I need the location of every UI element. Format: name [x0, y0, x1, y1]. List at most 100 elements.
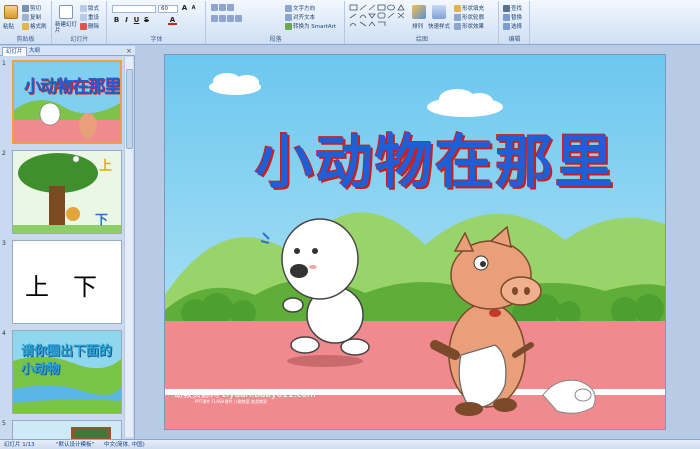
quick-styles-icon[interactable]	[432, 5, 446, 19]
shapes-gallery[interactable]	[349, 4, 407, 30]
shape-effects-button[interactable]: 形状效果	[454, 22, 484, 30]
italic-button[interactable]: I	[122, 16, 131, 25]
align-buttons[interactable]	[211, 15, 243, 22]
justify-icon	[235, 15, 242, 22]
shape-outline-label: 形状轮廓	[462, 15, 485, 21]
current-slide[interactable]: 小动物在那里 幼教资源网 ziyuan.baby611.com PPT课件 FL…	[164, 54, 666, 430]
font-color-button[interactable]: A	[168, 16, 177, 25]
smartart-label: 转换为 SmartArt	[293, 24, 337, 30]
cloud	[209, 73, 261, 95]
slide-watermark-small: PPT课件 FLASH课件 儿歌教案 各类教案	[195, 399, 267, 404]
slide-thumb-3[interactable]: 上 下	[12, 240, 122, 324]
font-size-combo[interactable]: 60	[158, 5, 178, 13]
slide-editing-area: 小动物在那里 幼教资源网 ziyuan.baby611.com PPT课件 FL…	[136, 46, 700, 439]
thumb-number: 5	[2, 420, 6, 427]
text-direction-icon	[285, 5, 292, 12]
arrange-icon[interactable]	[412, 5, 426, 19]
slide-thumb-4[interactable]: 请你圈出下面的小动物	[12, 330, 122, 414]
slides-group: 新建幻灯片 版式 重设 删除 幻灯片	[53, 1, 107, 44]
copy-button[interactable]: 复制	[22, 13, 41, 21]
slide-thumb-5[interactable]	[12, 420, 122, 439]
status-bar: 幻灯片 1/13 "默认设计模板" 中文(简体, 中国)	[0, 439, 700, 449]
copy-label: 复制	[30, 15, 42, 21]
thumb-4-text: 请你圈出下面的小动物	[21, 344, 113, 377]
fill-bucket-icon	[454, 5, 461, 12]
close-pane-icon[interactable]: ×	[126, 47, 132, 55]
smartart-button[interactable]: 转换为 SmartArt	[285, 22, 336, 30]
smartart-icon	[285, 23, 292, 30]
text-direction-label: 文字方向	[293, 6, 316, 12]
slide-title[interactable]: 小动物在那里	[235, 115, 635, 199]
delete-icon	[80, 23, 87, 30]
arrange-button[interactable]: 排列	[412, 22, 423, 30]
bullets-icon	[211, 4, 218, 11]
shape-fill-label: 形状填充	[462, 6, 485, 12]
slides-group-label: 幻灯片	[70, 36, 89, 43]
thumb-1-title: 小动物在那里	[24, 77, 120, 97]
grow-font-button[interactable]: A	[180, 4, 189, 13]
clipboard-group-label: 剪贴板	[16, 36, 35, 43]
shrink-font-button[interactable]: A	[189, 4, 198, 13]
font-group-label: 字体	[150, 36, 163, 43]
binoculars-icon	[503, 5, 510, 12]
align-text-button[interactable]: 对齐文本	[285, 13, 315, 21]
thumb-number: 4	[2, 330, 6, 337]
shape-fill-button[interactable]: 形状填充	[454, 4, 484, 12]
slide-thumb-2[interactable]: 上 下	[12, 150, 122, 234]
shape-outline-button[interactable]: 形状轮廓	[454, 13, 484, 21]
align-text-icon	[285, 14, 292, 21]
drawing-group-label: 绘图	[415, 36, 428, 43]
font-name-combo[interactable]	[112, 5, 156, 13]
new-slide-button[interactable]: 新建幻灯片	[55, 22, 79, 34]
align-right-icon	[227, 15, 234, 22]
cursor-icon	[503, 23, 510, 30]
layout-icon	[80, 5, 87, 12]
thumb-number: 2	[2, 150, 6, 157]
paste-icon[interactable]	[4, 5, 18, 19]
thumb-3-text: 上 下	[25, 273, 97, 301]
underline-button[interactable]: U	[132, 16, 141, 25]
numbering-icon	[219, 4, 226, 11]
thumb-2-down: 下	[95, 213, 109, 228]
slides-pane: 幻灯片 大纲 × 1 小动物在那里 2 上 下 3 上 下 4 请你圈出下面的小…	[0, 46, 135, 439]
slide-thumb-1[interactable]: 小动物在那里	[12, 60, 122, 144]
delete-button[interactable]: 删除	[80, 22, 99, 30]
pen-icon	[454, 14, 461, 21]
font-group: 60 A A B I U S A 字体	[108, 1, 206, 44]
editing-group: 查找 替换 选择 编辑	[500, 1, 530, 44]
strikethrough-button[interactable]: S	[142, 16, 151, 25]
slide-counter: 幻灯片 1/13	[4, 442, 35, 448]
pane-tabs: 幻灯片 大纲 ×	[0, 46, 135, 56]
tab-slides[interactable]: 幻灯片	[2, 47, 27, 56]
reset-icon	[80, 14, 87, 21]
scissors-icon	[22, 5, 29, 12]
replace-button[interactable]: 替换	[503, 13, 522, 21]
cut-button[interactable]: 剪切	[22, 4, 41, 12]
bullets-button[interactable]	[211, 4, 235, 11]
scrollbar-thumb[interactable]	[126, 69, 133, 149]
brush-icon	[22, 23, 29, 30]
shape-effects-label: 形状效果	[462, 24, 485, 30]
thumbs-scrollbar[interactable]	[124, 57, 133, 437]
layout-button[interactable]: 版式	[80, 4, 99, 12]
layout-label: 版式	[88, 6, 100, 12]
cut-label: 剪切	[30, 6, 42, 12]
new-slide-icon[interactable]	[59, 5, 73, 19]
language-indicator[interactable]: 中文(简体, 中国)	[104, 441, 145, 449]
format-painter-button[interactable]: 格式刷	[22, 22, 47, 30]
tab-outline[interactable]: 大纲	[26, 47, 43, 56]
bold-button[interactable]: B	[112, 16, 121, 25]
indent-icon	[227, 4, 234, 11]
align-center-icon	[219, 15, 226, 22]
theme-name[interactable]: "默认设计模板"	[56, 441, 94, 449]
reset-button[interactable]: 重设	[80, 13, 99, 21]
text-direction-button[interactable]: 文字方向	[285, 4, 315, 12]
delete-label: 删除	[88, 24, 100, 30]
thumb-number: 1	[2, 60, 6, 67]
select-button[interactable]: 选择	[503, 22, 522, 30]
copy-icon	[22, 14, 29, 21]
clipboard-group: 粘贴 剪切 复制 格式刷 剪贴板	[0, 1, 52, 44]
paste-button[interactable]: 粘贴	[3, 22, 14, 30]
quick-styles-button[interactable]: 快速样式	[428, 22, 450, 30]
find-button[interactable]: 查找	[503, 4, 522, 12]
